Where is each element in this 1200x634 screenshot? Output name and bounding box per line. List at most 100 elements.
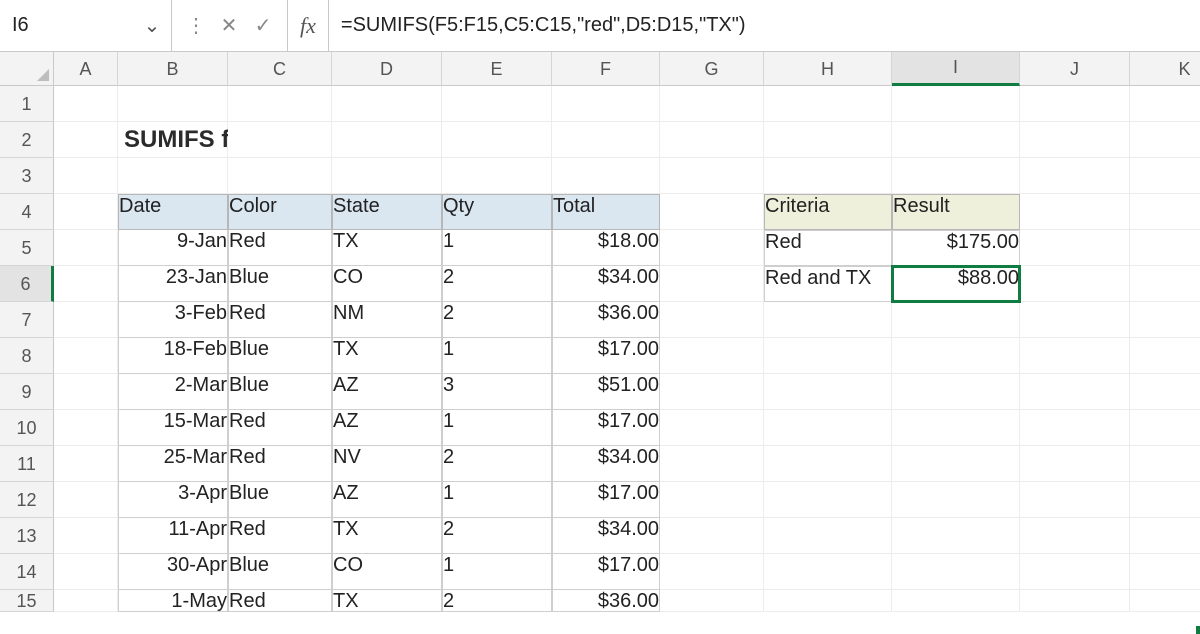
- table-row[interactable]: $17.00: [552, 554, 660, 590]
- table-row[interactable]: AZ: [332, 410, 442, 446]
- table-row[interactable]: Blue: [228, 374, 332, 410]
- fx-icon[interactable]: fx: [288, 0, 329, 51]
- cell-J9[interactable]: [1020, 374, 1130, 410]
- table-row[interactable]: Blue: [228, 482, 332, 518]
- table-row[interactable]: Red: [228, 410, 332, 446]
- cell-H1[interactable]: [764, 86, 892, 122]
- cell-G9[interactable]: [660, 374, 764, 410]
- cell-F3[interactable]: [552, 158, 660, 194]
- col-head-I[interactable]: I: [892, 52, 1020, 86]
- cell-A4[interactable]: [54, 194, 118, 230]
- cell-J13[interactable]: [1020, 518, 1130, 554]
- table-row[interactable]: Red: [228, 446, 332, 482]
- cell-I11[interactable]: [892, 446, 1020, 482]
- table-row[interactable]: 2: [442, 266, 552, 302]
- cell-A2[interactable]: [54, 122, 118, 158]
- cell-A14[interactable]: [54, 554, 118, 590]
- table-row[interactable]: 3-Feb: [118, 302, 228, 338]
- cell-A10[interactable]: [54, 410, 118, 446]
- cell-I15[interactable]: [892, 590, 1020, 612]
- table-row[interactable]: Red: [228, 518, 332, 554]
- table-row[interactable]: 23-Jan: [118, 266, 228, 302]
- cell-K1[interactable]: [1130, 86, 1200, 122]
- row-head-10[interactable]: 10: [0, 410, 54, 446]
- cell-K12[interactable]: [1130, 482, 1200, 518]
- cell-A5[interactable]: [54, 230, 118, 266]
- cell-G12[interactable]: [660, 482, 764, 518]
- row-head-2[interactable]: 2: [0, 122, 54, 158]
- table-row[interactable]: 2: [442, 590, 552, 612]
- row-head-1[interactable]: 1: [0, 86, 54, 122]
- table-row[interactable]: TX: [332, 590, 442, 612]
- cell-G11[interactable]: [660, 446, 764, 482]
- table-row[interactable]: 1: [442, 338, 552, 374]
- cell-J1[interactable]: [1020, 86, 1130, 122]
- cell-H11[interactable]: [764, 446, 892, 482]
- cell-J15[interactable]: [1020, 590, 1130, 612]
- active-cell[interactable]: $88.00: [892, 266, 1020, 302]
- col-head-F[interactable]: F: [552, 52, 660, 86]
- cell-H10[interactable]: [764, 410, 892, 446]
- cell-A12[interactable]: [54, 482, 118, 518]
- col-head-C[interactable]: C: [228, 52, 332, 86]
- cell-K7[interactable]: [1130, 302, 1200, 338]
- cell-K2[interactable]: [1130, 122, 1200, 158]
- cell-J10[interactable]: [1020, 410, 1130, 446]
- col-head-E[interactable]: E: [442, 52, 552, 86]
- col-head-K[interactable]: K: [1130, 52, 1200, 86]
- cell-K11[interactable]: [1130, 446, 1200, 482]
- col-head-B[interactable]: B: [118, 52, 228, 86]
- cell-G10[interactable]: [660, 410, 764, 446]
- table-row[interactable]: CO: [332, 266, 442, 302]
- cell-J6[interactable]: [1020, 266, 1130, 302]
- table-row[interactable]: 30-Apr: [118, 554, 228, 590]
- table-row[interactable]: TX: [332, 518, 442, 554]
- table-row[interactable]: 15-Mar: [118, 410, 228, 446]
- row-head-6[interactable]: 6: [0, 266, 54, 302]
- cell-G14[interactable]: [660, 554, 764, 590]
- select-all-corner[interactable]: [0, 52, 54, 86]
- cell-F1[interactable]: [552, 86, 660, 122]
- cell-G15[interactable]: [660, 590, 764, 612]
- cell-A1[interactable]: [54, 86, 118, 122]
- table-row[interactable]: $36.00: [552, 590, 660, 612]
- cell-G6[interactable]: [660, 266, 764, 302]
- cell-H8[interactable]: [764, 338, 892, 374]
- cell-I7[interactable]: [892, 302, 1020, 338]
- table-row[interactable]: $36.00: [552, 302, 660, 338]
- row-head-13[interactable]: 13: [0, 518, 54, 554]
- cell-I9[interactable]: [892, 374, 1020, 410]
- table-header-total[interactable]: Total: [552, 194, 660, 230]
- results-criteria[interactable]: Red and TX: [764, 266, 892, 302]
- cell-D2[interactable]: [332, 122, 442, 158]
- row-head-11[interactable]: 11: [0, 446, 54, 482]
- table-row[interactable]: $34.00: [552, 446, 660, 482]
- name-box[interactable]: I6: [8, 14, 141, 37]
- name-box-dropdown-icon[interactable]: ⌄: [141, 13, 163, 38]
- table-row[interactable]: $17.00: [552, 338, 660, 374]
- cell-B3[interactable]: [118, 158, 228, 194]
- results-criteria[interactable]: Red: [764, 230, 892, 266]
- table-row[interactable]: TX: [332, 338, 442, 374]
- table-row[interactable]: 9-Jan: [118, 230, 228, 266]
- cell-J11[interactable]: [1020, 446, 1130, 482]
- cell-A15[interactable]: [54, 590, 118, 612]
- cell-A7[interactable]: [54, 302, 118, 338]
- cell-K14[interactable]: [1130, 554, 1200, 590]
- cell-A13[interactable]: [54, 518, 118, 554]
- cell-J12[interactable]: [1020, 482, 1130, 518]
- table-row[interactable]: $34.00: [552, 266, 660, 302]
- cell-J4[interactable]: [1020, 194, 1130, 230]
- cell-K3[interactable]: [1130, 158, 1200, 194]
- col-head-D[interactable]: D: [332, 52, 442, 86]
- cell-A6[interactable]: [54, 266, 118, 302]
- results-value[interactable]: $175.00: [892, 230, 1020, 266]
- table-row[interactable]: 2: [442, 446, 552, 482]
- table-row[interactable]: 1: [442, 230, 552, 266]
- cell-A9[interactable]: [54, 374, 118, 410]
- row-head-4[interactable]: 4: [0, 194, 54, 230]
- col-head-A[interactable]: A: [54, 52, 118, 86]
- cell-D1[interactable]: [332, 86, 442, 122]
- table-header-color[interactable]: Color: [228, 194, 332, 230]
- cell-G4[interactable]: [660, 194, 764, 230]
